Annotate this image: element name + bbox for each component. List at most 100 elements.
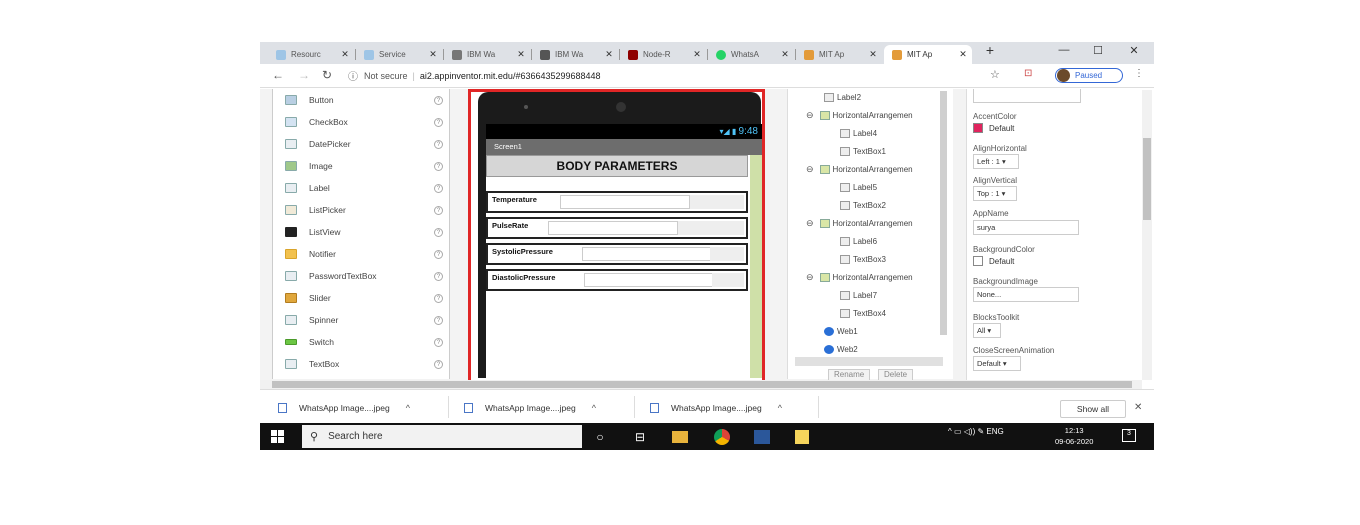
close-window-button[interactable]: ✕: [1124, 44, 1144, 57]
palette-item-label[interactable]: Label?: [273, 177, 451, 199]
browser-tab[interactable]: IBM Wa ✕: [444, 45, 530, 64]
page-vertical-scrollbar[interactable]: [1142, 90, 1152, 380]
close-screen-animation-select[interactable]: Default ▾: [973, 356, 1021, 371]
tree-item-horizontal-arrangement[interactable]: ⊖ HorizontalArrangemen: [806, 269, 913, 285]
palette-item-checkbox[interactable]: CheckBox?: [273, 111, 451, 133]
back-arrow-icon[interactable]: ←: [272, 68, 284, 82]
align-vertical-select[interactable]: Top : 1 ▾: [973, 186, 1017, 201]
url-input[interactable]: ⓘ Not secure | ai2.appinventor.mit.edu/#…: [348, 67, 1028, 84]
forward-arrow-icon[interactable]: →: [298, 68, 310, 82]
help-icon[interactable]: ?: [434, 183, 443, 193]
help-icon[interactable]: ?: [434, 337, 443, 347]
temperature-row[interactable]: Temperature: [486, 191, 748, 213]
tab-close-icon[interactable]: ✕: [340, 49, 350, 60]
browser-tab[interactable]: Service ✕: [356, 45, 442, 64]
help-icon[interactable]: ?: [434, 139, 443, 149]
close-icon[interactable]: ✕: [1134, 402, 1142, 413]
taskbar-clock[interactable]: 12:13 09-06-2020: [1055, 425, 1093, 447]
collapse-icon[interactable]: ⊖: [806, 272, 814, 283]
taskbar-search-input[interactable]: ⚲ Search here: [302, 425, 582, 448]
minimize-button[interactable]: —: [1054, 44, 1074, 56]
tree-item-label6[interactable]: Label6: [840, 233, 877, 249]
diastolic-label[interactable]: DiastolicPressure: [492, 273, 555, 282]
systolic-label[interactable]: SystolicPressure: [492, 247, 553, 256]
tab-close-icon[interactable]: ✕: [868, 49, 878, 60]
notification-icon[interactable]: 3: [1122, 429, 1136, 442]
menu-kebab-icon[interactable]: ⋮: [1134, 68, 1144, 79]
help-icon[interactable]: ?: [434, 95, 443, 105]
accent-color-swatch[interactable]: [973, 123, 983, 133]
pulserate-row[interactable]: PulseRate: [486, 217, 748, 239]
palette-item-listview[interactable]: ListView?: [273, 221, 451, 243]
tab-close-icon[interactable]: ✕: [958, 49, 968, 60]
new-tab-button[interactable]: +: [980, 42, 1000, 58]
diastolic-textbox[interactable]: [584, 273, 714, 287]
help-icon[interactable]: ?: [434, 315, 443, 325]
help-icon[interactable]: ?: [434, 249, 443, 259]
maximize-button[interactable]: ☐: [1088, 44, 1108, 57]
info-icon[interactable]: ⓘ: [348, 68, 358, 83]
notes-icon[interactable]: [792, 427, 812, 446]
app-name-input[interactable]: surya: [973, 220, 1079, 235]
palette-item-notifier[interactable]: Notifier?: [273, 243, 451, 265]
file-explorer-icon[interactable]: [670, 427, 690, 446]
help-icon[interactable]: ?: [434, 227, 443, 237]
about-screen-textarea[interactable]: [973, 89, 1081, 103]
tree-item-textbox2[interactable]: TextBox2: [840, 197, 886, 213]
tree-item-web1[interactable]: Web1: [824, 323, 858, 339]
tree-item-label5[interactable]: Label5: [840, 179, 877, 195]
download-item[interactable]: WhatsApp Image....jpeg ^: [464, 399, 596, 417]
page-title[interactable]: BODY PARAMETERS: [486, 155, 748, 177]
palette-item-image[interactable]: Image?: [273, 155, 451, 177]
background-color-value[interactable]: Default: [989, 257, 1014, 266]
tree-item-horizontal-arrangement[interactable]: ⊖ HorizontalArrangemen: [806, 215, 913, 231]
task-view-icon[interactable]: ⊟: [630, 427, 650, 446]
tree-item-textbox1[interactable]: TextBox1: [840, 143, 886, 159]
temperature-textbox[interactable]: [560, 195, 690, 209]
background-color-swatch[interactable]: [973, 256, 983, 266]
tree-item-textbox4[interactable]: TextBox4: [840, 305, 886, 321]
profile-paused-button[interactable]: Paused: [1055, 68, 1123, 83]
windows-start-icon[interactable]: [271, 430, 284, 443]
help-icon[interactable]: ?: [434, 293, 443, 303]
tree-item-horizontal-arrangement[interactable]: ⊖ HorizontalArrangemen: [806, 107, 913, 123]
tree-item-web2[interactable]: Web2: [824, 341, 858, 357]
tree-item-label4[interactable]: Label4: [840, 125, 877, 141]
tree-item-horizontal-arrangement[interactable]: ⊖ HorizontalArrangemen: [806, 161, 913, 177]
accent-color-value[interactable]: Default: [989, 124, 1014, 133]
systolic-row[interactable]: SystolicPressure: [486, 243, 748, 265]
tree-item-label7[interactable]: Label7: [840, 287, 877, 303]
collapse-icon[interactable]: ⊖: [806, 110, 814, 121]
help-icon[interactable]: ?: [434, 359, 443, 369]
tab-close-icon[interactable]: ✕: [428, 49, 438, 60]
bookmark-star-icon[interactable]: ☆: [990, 68, 1000, 81]
browser-tab-active[interactable]: MIT Ap ✕: [884, 45, 972, 64]
palette-item-switch[interactable]: Switch?: [273, 331, 451, 353]
extension-icon[interactable]: ⊡: [1024, 68, 1032, 79]
tree-item-textbox3[interactable]: TextBox3: [840, 251, 886, 267]
components-scrollbar[interactable]: [940, 91, 947, 335]
systolic-textbox[interactable]: [582, 247, 712, 261]
background-image-input[interactable]: None...: [973, 287, 1079, 302]
temperature-label[interactable]: Temperature: [492, 195, 537, 204]
reload-icon[interactable]: ↻: [322, 68, 332, 82]
chevron-up-icon[interactable]: ^: [406, 403, 410, 413]
palette-item-slider[interactable]: Slider?: [273, 287, 451, 309]
palette-item-listpicker[interactable]: ListPicker?: [273, 199, 451, 221]
page-horizontal-scrollbar[interactable]: [260, 380, 1142, 389]
scrollbar-thumb[interactable]: [272, 381, 1132, 388]
pulserate-textbox[interactable]: [548, 221, 678, 235]
word-icon[interactable]: [752, 427, 772, 446]
components-h-scrollbar[interactable]: [795, 357, 943, 366]
tab-close-icon[interactable]: ✕: [516, 49, 526, 60]
palette-item-textbox[interactable]: TextBox?: [273, 353, 451, 375]
palette-item-spinner[interactable]: Spinner?: [273, 309, 451, 331]
tree-item-label2[interactable]: Label2: [824, 89, 861, 105]
chevron-up-icon[interactable]: ^: [778, 403, 782, 413]
system-tray[interactable]: ^ ▭ ◁)) ✎ ENG: [948, 427, 1004, 436]
browser-tab[interactable]: Node-R ✕: [620, 45, 706, 64]
blocks-toolkit-select[interactable]: All ▾: [973, 323, 1001, 338]
pulserate-label[interactable]: PulseRate: [492, 221, 528, 230]
align-horizontal-select[interactable]: Left : 1 ▾: [973, 154, 1019, 169]
palette-item-passwordtextbox[interactable]: PasswordTextBox?: [273, 265, 451, 287]
